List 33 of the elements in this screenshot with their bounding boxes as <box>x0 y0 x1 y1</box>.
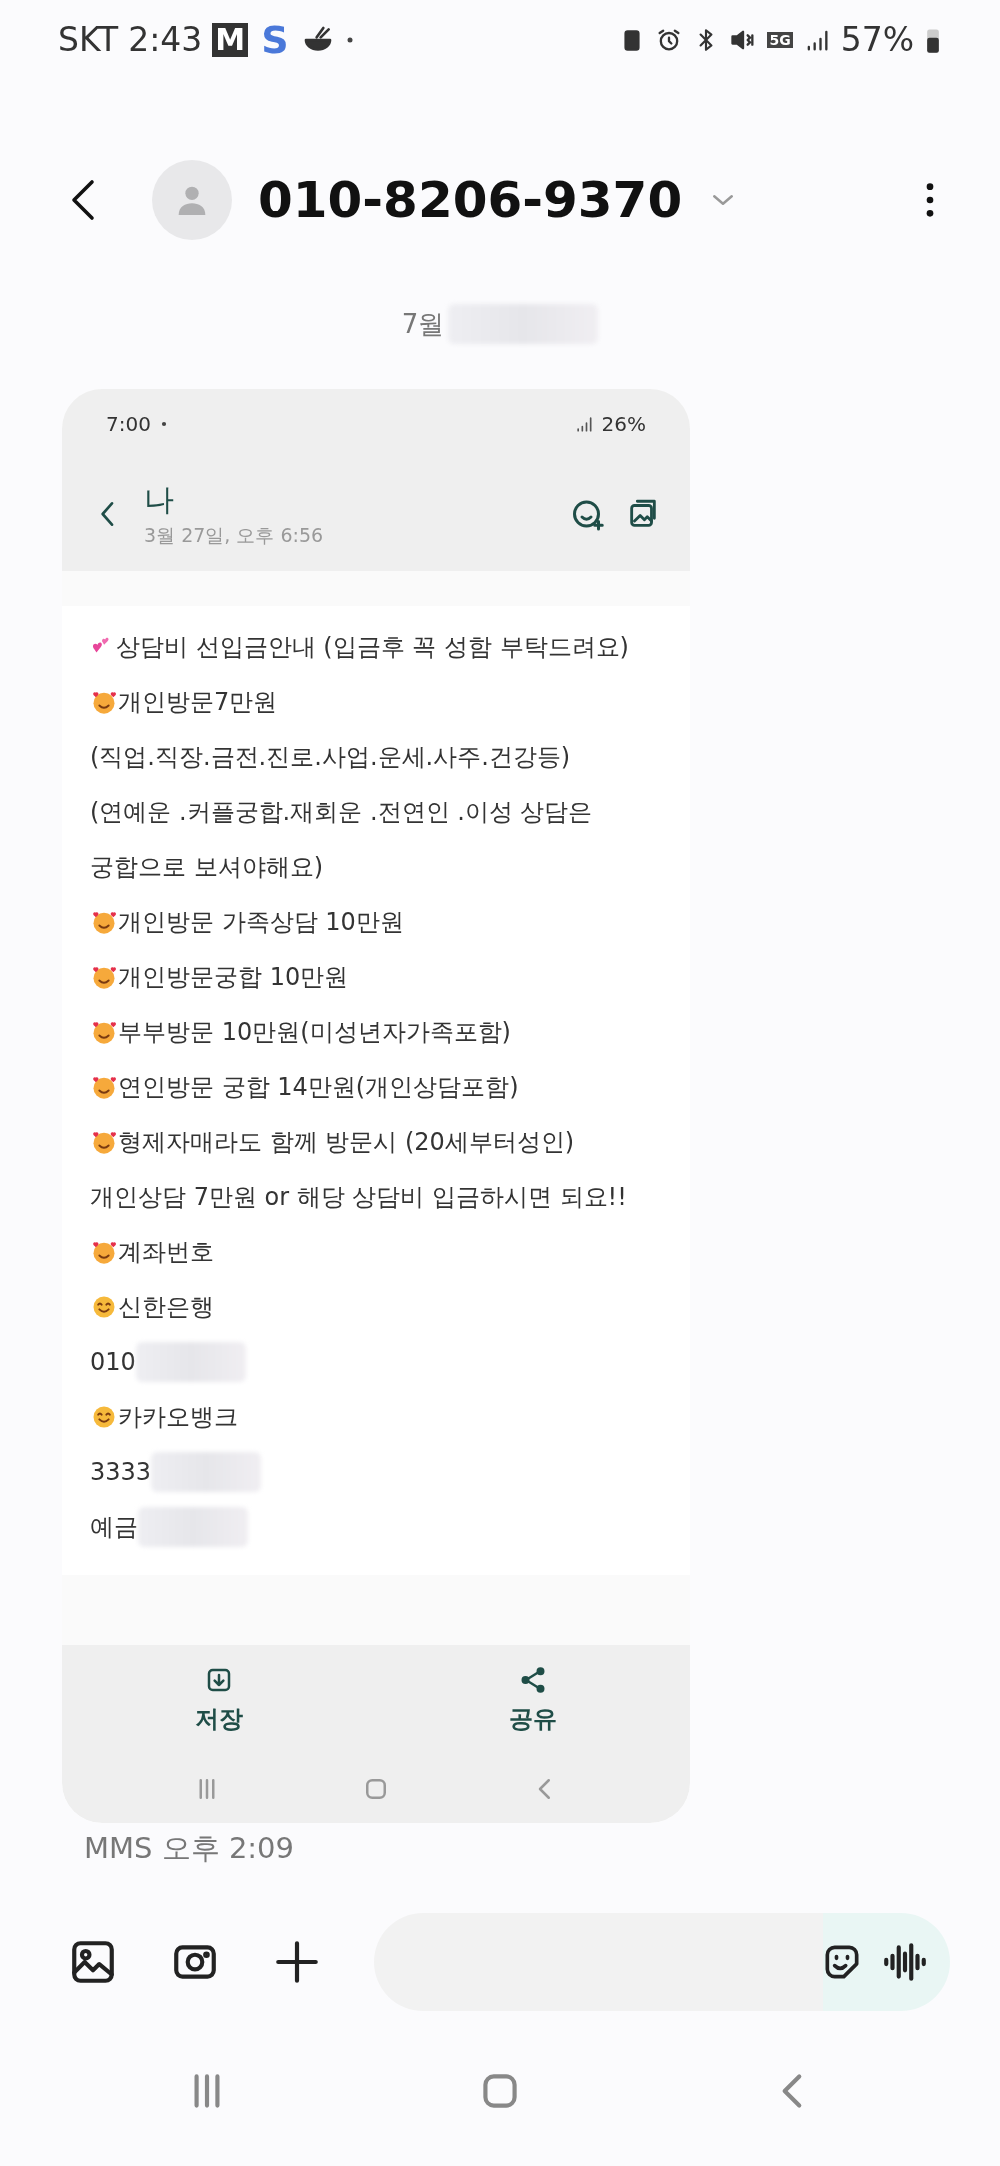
message-text-line: 부부방문 10만원(미성년자가족포함) <box>118 1017 511 1049</box>
message-text-line: (연예운 .커플궁합.재회운 .전연인 .이성 상담은 <box>90 797 593 829</box>
action-button[interactable]: 공유 <box>376 1644 690 1755</box>
carrier-name: SKT <box>58 20 119 60</box>
message-text-line: 상담비 선입금안내 (입금후 꼭 성함 부탁드려요) <box>116 632 629 664</box>
message-text-line: 궁합으로 보셔야해요) <box>90 852 323 884</box>
battery-percent: 57% <box>840 20 914 60</box>
message-text-line: 연인방문 궁합 14만원(개인상담포함) <box>118 1072 519 1104</box>
message-text-line: 예금 <box>90 1512 138 1544</box>
message-text-line: 3333 <box>90 1458 152 1487</box>
message-text-line: 개인방문궁합 10만원 <box>118 962 349 994</box>
message-meta: MMS 오후 2:09 <box>83 1829 295 1867</box>
message-text-line: 신한은행 <box>118 1292 214 1324</box>
message-text-line: (직업.직장.금전.진로.사업.운세.사주.건강등) <box>90 742 571 774</box>
message-text-line: 계좌번호 <box>118 1237 214 1269</box>
action-button[interactable]: 저장 <box>62 1644 376 1755</box>
message-timestamp: 3월 27일, 오후 6:56 <box>144 522 324 548</box>
message-text-line: 개인방문 가족상담 10만원 <box>118 907 404 939</box>
app-notification-icon: M <box>212 22 249 57</box>
clock: 7:00 <box>106 411 151 436</box>
app-notification-icon: S <box>258 22 292 57</box>
network-type: 5G <box>767 31 793 48</box>
message-text-line: 개인상담 7만원 or 해당 상담비 입금하시면 되요!! <box>90 1182 627 1214</box>
message-text-line: 카카오뱅크 <box>118 1402 238 1434</box>
date-label: 7월 <box>401 307 445 341</box>
contact-number: 010-8206-9370 <box>258 170 683 229</box>
message-text-line: 형제자매라도 함께 방문시 (20세부터성인) <box>118 1127 575 1159</box>
conversation-title: 나 <box>144 480 175 519</box>
battery-percent: 26% <box>601 411 646 436</box>
message-text-line: 개인방문7만원 <box>118 687 278 719</box>
message-text-line: 010 <box>90 1348 136 1377</box>
screenshot-attachment[interactable] <box>62 389 690 1823</box>
clock: 2:43 <box>128 20 203 60</box>
